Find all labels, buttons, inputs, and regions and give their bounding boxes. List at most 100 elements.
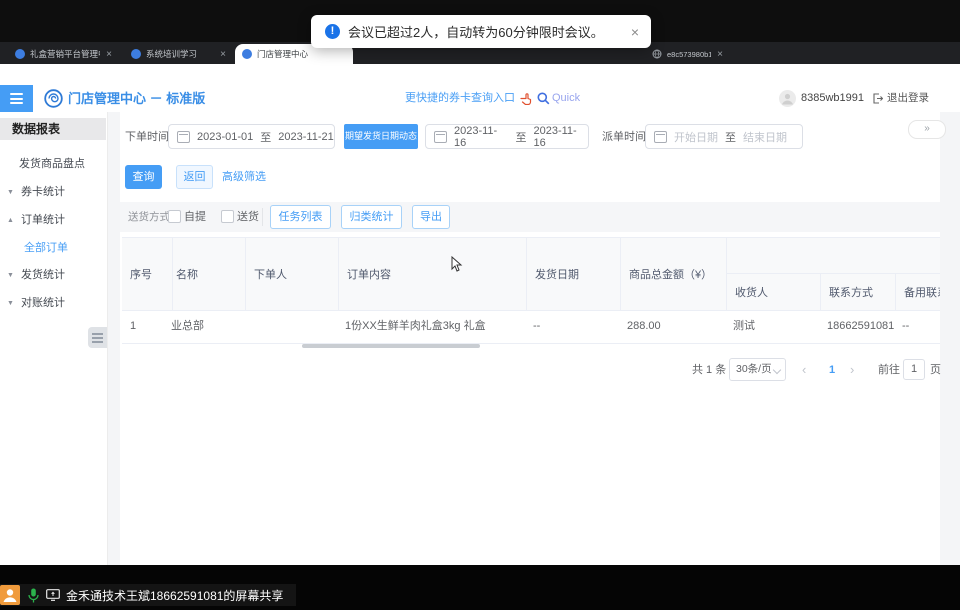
sidebar-item-all-orders[interactable]: 全部订单 xyxy=(24,240,68,256)
tab-hash[interactable]: e8c573980b1328a258fd2e6 × xyxy=(645,44,729,64)
collapse-filters-button[interactable]: » xyxy=(908,120,946,139)
range-start: 2023-01-01 xyxy=(197,131,253,143)
calendar-icon xyxy=(654,131,667,143)
toast-close-icon[interactable]: × xyxy=(631,24,639,40)
expected-ship-date-button[interactable]: 期望发货日期动态 xyxy=(344,124,418,149)
cell-ship-date: -- xyxy=(533,310,618,343)
range-start: 2023-11-16 xyxy=(454,125,509,149)
col-header-store-name: 名称 xyxy=(173,238,246,310)
chevron-down-icon xyxy=(773,366,781,374)
sidebar-item-coupon-stats[interactable]: ▼ 券卡统计 xyxy=(7,184,65,200)
screen: 礼盒营销平台管理中心 × 系统培训学习 × 门店管理中心 × e8c573980 xyxy=(0,0,960,610)
range-separator: 至 xyxy=(725,129,736,145)
tab-training[interactable]: 系统培训学习 × xyxy=(124,44,232,64)
sidebar-item-reconciliation-stats[interactable]: ▼ 对账统计 xyxy=(7,295,65,311)
export-button[interactable]: 导出 xyxy=(412,205,450,229)
pickup-label[interactable]: 自提 xyxy=(184,202,206,232)
logout-icon[interactable] xyxy=(872,93,883,104)
delivery-label[interactable]: 送货 xyxy=(237,202,259,232)
tab-close-icon[interactable]: × xyxy=(717,49,723,60)
sidebar-item-order-stats[interactable]: ▲ 订单统计 xyxy=(7,212,65,228)
tab-favicon xyxy=(242,49,252,59)
cell-receiver: 测试 xyxy=(733,310,818,343)
app-title: 门店管理中心 － 标准版 xyxy=(68,85,205,112)
range-end: 2023-11-16 xyxy=(534,125,589,149)
col-header-receiver: 收货人 xyxy=(727,273,821,310)
next-page-button[interactable]: › xyxy=(850,358,854,382)
tab-close-icon[interactable]: × xyxy=(106,49,112,60)
range-start-placeholder: 开始日期 xyxy=(674,129,718,145)
sidebar-section-data-reports: 数据报表 xyxy=(0,118,106,140)
order-time-label: 下单时间 xyxy=(125,124,169,150)
tab-label: 系统培训学习 xyxy=(146,48,214,60)
chevron-down-icon: ▼ xyxy=(7,300,14,307)
info-icon: ! xyxy=(325,24,340,39)
sidebar-item-shipping-stats[interactable]: ▼ 发货统计 xyxy=(7,267,65,283)
app-logo xyxy=(44,89,63,108)
globe-icon xyxy=(652,49,662,59)
page-number[interactable]: 1 xyxy=(824,358,840,382)
expected-ship-range-input[interactable]: 2023-11-16 至 2023-11-16 xyxy=(425,124,589,149)
browser-address-bar: ← → ↻ md.maboy.cn/OrderStatisticsDetail?… xyxy=(0,64,960,86)
range-separator: 至 xyxy=(260,129,271,145)
back-button[interactable]: 返回 xyxy=(176,165,213,189)
table-border xyxy=(122,343,940,344)
page-size-select[interactable]: 30条/页 xyxy=(729,358,786,381)
page-unit-label: 页 xyxy=(930,358,941,382)
cell-index: 1 xyxy=(130,310,170,343)
category-stats-button[interactable]: 归类统计 xyxy=(341,205,402,229)
col-header-ship-date: 发货日期 xyxy=(527,238,621,310)
logout-button[interactable]: 退出登录 xyxy=(887,85,929,112)
cell-store: 业总部 xyxy=(171,310,244,343)
col-header-orderer: 下单人 xyxy=(246,238,339,310)
screen-share-bar: 金禾通技术王斌18662591081的屏幕共享 xyxy=(0,584,296,606)
share-user-avatar-icon xyxy=(0,585,20,605)
tab-label: 礼盒营销平台管理中心 xyxy=(30,48,100,60)
tab-label: 门店管理中心 xyxy=(257,48,353,60)
cell-amount: 288.00 xyxy=(627,310,722,343)
col-header-receiver-group xyxy=(727,238,940,273)
tab-gift-platform[interactable]: 礼盒营销平台管理中心 × xyxy=(8,44,118,64)
chevron-up-icon: ▲ xyxy=(7,217,14,224)
username-text: 8385wb1991 xyxy=(801,85,864,112)
toolbar-divider xyxy=(262,208,263,226)
col-header-index: 序号 xyxy=(122,238,173,310)
horizontal-scrollbar[interactable] xyxy=(302,344,480,348)
calendar-icon xyxy=(434,131,447,143)
tab-close-icon[interactable]: × xyxy=(220,49,226,60)
order-time-range-input[interactable]: 2023-01-01 至 2023-11-21 xyxy=(168,124,335,149)
col-header-backup-phone: 备用联系方式 xyxy=(896,273,940,310)
sidebar-item-shipment-inventory[interactable]: 发货商品盘点 xyxy=(19,156,85,172)
range-separator: 至 xyxy=(516,129,527,145)
toast-message: 会议已超过2人，自动转为60分钟限时会议。 xyxy=(348,22,604,41)
quick-search-icon[interactable] xyxy=(537,92,550,105)
sidebar-float-handle[interactable] xyxy=(88,327,107,348)
col-header-phone: 联系方式 xyxy=(821,273,896,310)
pickup-checkbox[interactable] xyxy=(168,210,181,223)
quick-card-query-link[interactable]: 更快捷的券卡查询入口 xyxy=(405,85,515,112)
mouse-cursor xyxy=(451,256,463,272)
search-button[interactable]: 查询 xyxy=(125,165,162,189)
prev-page-button[interactable]: ‹ xyxy=(802,358,806,382)
col-header-amount: 商品总金额（¥） xyxy=(621,238,727,310)
task-list-button[interactable]: 任务列表 xyxy=(270,205,331,229)
sidebar-toggle-button[interactable] xyxy=(0,85,33,112)
microphone-icon xyxy=(28,588,39,603)
tab-favicon xyxy=(131,49,141,59)
range-end-placeholder: 结束日期 xyxy=(743,129,787,145)
range-end: 2023-11-21 xyxy=(278,131,333,143)
screen-share-icon xyxy=(46,589,60,601)
cell-content: 1份XX生鲜羊肉礼盒3kg 礼盒 xyxy=(345,310,525,343)
delivery-checkbox[interactable] xyxy=(221,210,234,223)
screen-share-text: 金禾通技术王斌18662591081的屏幕共享 xyxy=(66,587,283,604)
dispatch-time-range-input[interactable]: 开始日期 至 结束日期 xyxy=(645,124,803,149)
quick-label[interactable]: Quick xyxy=(552,85,580,112)
calendar-icon xyxy=(177,131,190,143)
tab-favicon xyxy=(15,49,25,59)
user-avatar xyxy=(779,90,796,107)
pointing-hand-icon xyxy=(519,92,532,105)
advanced-filter-link[interactable]: 高级筛选 xyxy=(222,165,266,189)
chevron-down-icon: ▼ xyxy=(7,272,14,279)
tab-label: e8c573980b1328a258fd2e6 xyxy=(667,50,711,59)
goto-page-input[interactable]: 1 xyxy=(903,359,925,380)
